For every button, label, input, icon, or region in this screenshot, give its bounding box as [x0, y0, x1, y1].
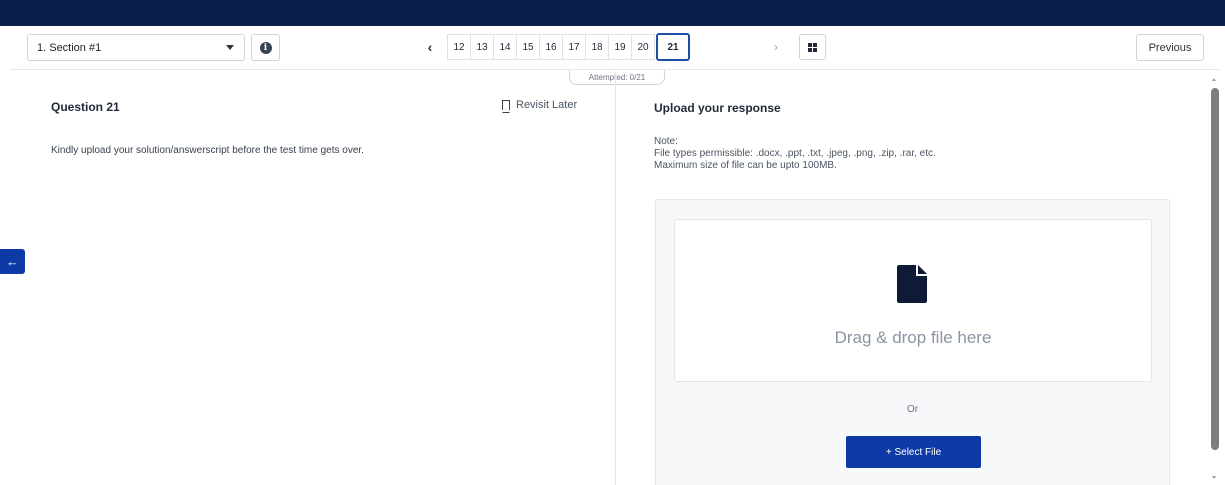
note-label: Note: — [654, 136, 678, 147]
question-number-15[interactable]: 15 — [516, 34, 540, 60]
file-icon — [897, 265, 927, 303]
upload-area: Drag & drop file here Or + Select File — [655, 199, 1170, 485]
caret-down-icon — [226, 45, 234, 50]
test-window: 1. Section #1 i ‹ 12 13 14 15 16 17 18 1… — [10, 26, 1220, 485]
bookmark-icon — [502, 100, 510, 113]
question-number-18[interactable]: 18 — [585, 34, 609, 60]
top-bar — [0, 0, 1225, 26]
upload-title: Upload your response — [654, 101, 781, 115]
info-icon: i — [259, 41, 272, 54]
section-dropdown-label: 1. Section #1 — [37, 41, 102, 54]
revisit-later-label: Revisit Later — [516, 99, 578, 111]
scroll-thumb[interactable] — [1211, 88, 1219, 450]
question-number-20[interactable]: 20 — [631, 34, 655, 60]
drop-zone[interactable]: Drag & drop file here — [674, 219, 1152, 382]
question-title: Question 21 — [51, 100, 120, 114]
question-number-12[interactable]: 12 — [447, 34, 471, 60]
question-grid-button[interactable] — [799, 34, 826, 60]
response-pane: Upload your response Note: File types pe… — [617, 71, 1220, 485]
chevron-left-icon[interactable]: ‹ — [421, 36, 439, 58]
question-number-17[interactable]: 17 — [562, 34, 586, 60]
scroll-up-icon[interactable] — [1212, 78, 1216, 81]
question-number-13[interactable]: 13 — [470, 34, 494, 60]
vertical-scrollbar[interactable] — [1209, 78, 1220, 485]
question-number-list: 12 13 14 15 16 17 18 19 20 21 — [447, 33, 690, 61]
upload-note: Note: File types permissible: .docx, .pp… — [654, 136, 936, 172]
section-dropdown[interactable]: 1. Section #1 — [27, 34, 245, 61]
scroll-down-icon[interactable] — [1212, 476, 1216, 479]
info-button[interactable]: i — [251, 34, 280, 61]
grid-icon — [808, 42, 817, 52]
arrow-left-icon: ← — [6, 254, 19, 269]
select-file-button[interactable]: + Select File — [846, 436, 981, 468]
max-size-text: Maximum size of file can be upto 100MB. — [654, 160, 837, 171]
drop-text: Drag & drop file here — [834, 328, 992, 347]
question-number-19[interactable]: 19 — [608, 34, 632, 60]
revisit-later-button[interactable]: Revisit Later — [502, 99, 578, 113]
question-number-21-active[interactable]: 21 — [656, 33, 690, 61]
question-number-14[interactable]: 14 — [493, 34, 517, 60]
question-pane: Question 21 Revisit Later Kindly upload … — [10, 71, 616, 485]
or-separator: Or — [906, 404, 919, 415]
previous-button[interactable]: Previous — [1136, 34, 1204, 61]
file-types-text: File types permissible: .docx, .ppt, .tx… — [654, 148, 936, 159]
question-toolbar: 1. Section #1 i ‹ 12 13 14 15 16 17 18 1… — [10, 26, 1220, 70]
question-text: Kindly upload your solution/answerscript… — [51, 145, 364, 156]
collapse-panel-button[interactable]: ← — [0, 249, 25, 274]
question-number-16[interactable]: 16 — [539, 34, 563, 60]
chevron-right-icon[interactable]: › — [767, 36, 785, 58]
